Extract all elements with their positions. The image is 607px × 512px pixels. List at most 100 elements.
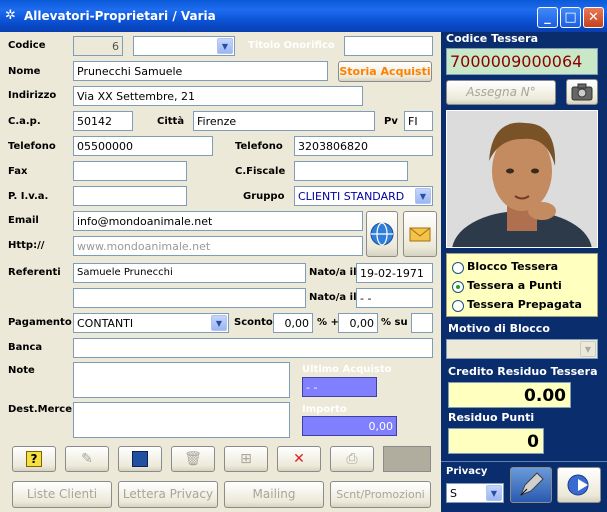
cap-field[interactable]: 50142: [73, 111, 133, 131]
exit-button[interactable]: [557, 467, 601, 503]
codice-field[interactable]: 6: [73, 36, 123, 56]
cancel-button[interactable]: ✕: [277, 446, 321, 472]
label-nome: Nome: [8, 66, 41, 77]
maximize-button[interactable]: □: [560, 7, 581, 28]
gruppo-select[interactable]: CLIENTI STANDARD ▼: [294, 186, 433, 206]
privacy-value: S: [450, 487, 457, 500]
exit-icon: [567, 474, 589, 496]
edit-icon: ✎: [81, 451, 93, 467]
http-field[interactable]: www.mondoanimale.net: [73, 236, 363, 256]
label-ultimo-acquisto: Ultimo Acquisto: [302, 364, 392, 375]
ultimo-acquisto-field: - -: [302, 377, 377, 397]
dest-merce-field[interactable]: [73, 402, 290, 438]
label-piva: P. I.v.a.: [8, 191, 49, 202]
customer-photo: [446, 110, 598, 248]
mailing-button[interactable]: Mailing: [224, 481, 324, 508]
label-pagamento: Pagamento: [8, 317, 72, 328]
sconto-2-field[interactable]: 0,00: [338, 313, 378, 333]
envelope-icon: [409, 227, 431, 242]
codice-combo[interactable]: ▼: [133, 36, 235, 56]
assegna-button[interactable]: Assegna N°: [446, 80, 556, 105]
minimize-button[interactable]: _: [537, 7, 558, 28]
label-pv: Pv: [384, 116, 398, 127]
nome-field[interactable]: Prunecchi Samuele: [73, 61, 328, 81]
motivo-select[interactable]: ▼: [446, 339, 598, 359]
fax-field[interactable]: [73, 161, 187, 181]
label-percent-plus: % +: [317, 317, 339, 328]
new-doc-icon: ⊞: [240, 451, 252, 467]
scnt-promozioni-button[interactable]: Scnt/Promozioni: [330, 481, 431, 508]
pagamento-value: CONTANTI: [77, 317, 134, 330]
note-field[interactable]: [73, 362, 290, 398]
sconto-1-field[interactable]: 0,00: [273, 313, 313, 333]
codice-tessera-label: Codice Tessera: [446, 32, 538, 45]
label-cfiscale: C.Fiscale: [235, 166, 286, 177]
label-banca: Banca: [8, 342, 43, 353]
credito-label: Credito Residuo Tessera: [448, 365, 598, 378]
label-cap: C.a.p.: [8, 116, 41, 127]
radio-blocco-label: Blocco Tessera: [467, 260, 559, 273]
chevron-down-icon: ▼: [217, 38, 233, 54]
referente-2-field[interactable]: [73, 288, 306, 308]
x-icon: ✕: [293, 451, 305, 467]
radio-prepagata-label: Tessera Prepagata: [467, 298, 582, 311]
label-email: Email: [8, 215, 39, 226]
privacy-select[interactable]: S ▼: [446, 483, 504, 503]
email-send-button[interactable]: [403, 211, 437, 257]
radio-tessera-prepagata[interactable]: [452, 300, 464, 312]
codice-tessera-field: 7000009000064: [446, 48, 598, 75]
chevron-down-icon: ▼: [415, 188, 431, 204]
email-field[interactable]: info@mondoanimale.net: [73, 211, 363, 231]
privacy-sign-button[interactable]: [510, 467, 552, 503]
label-nato-2: Nato/a il: [309, 292, 357, 303]
indirizzo-field[interactable]: Via XX Settembre, 21: [73, 86, 363, 106]
print-button[interactable]: ⎙: [330, 446, 374, 472]
delete-record-button[interactable]: 🗑: [171, 446, 215, 472]
nato-2-field[interactable]: - -: [356, 288, 433, 308]
help-icon: ?: [26, 451, 42, 467]
label-telefono: Telefono: [8, 141, 56, 152]
banca-field[interactable]: [73, 338, 433, 358]
label-percent-su: % su: [381, 317, 408, 328]
chevron-down-icon: ▼: [486, 485, 502, 501]
storia-acquisti-button[interactable]: Storia Acquisti: [338, 61, 432, 82]
residuo-field: 0: [448, 428, 544, 454]
pagamento-select[interactable]: CONTANTI ▼: [73, 313, 229, 333]
importo-field: 0,00: [302, 416, 397, 436]
label-gruppo: Gruppo: [243, 191, 285, 202]
referente-field[interactable]: Samuele Prunecchi: [73, 263, 306, 283]
browser-button[interactable]: [366, 211, 398, 257]
window-title: Allevatori-Proprietari / Varia: [24, 9, 216, 23]
label-titolo: Titolo Onorifico: [248, 40, 335, 51]
trash-icon: 🗑: [184, 451, 202, 467]
camera-button[interactable]: [566, 79, 598, 105]
telefono-field[interactable]: 05500000: [73, 136, 213, 156]
label-http: Http://: [8, 240, 45, 251]
lettera-privacy-button[interactable]: Lettera Privacy: [118, 481, 218, 508]
cfiscale-field[interactable]: [294, 161, 408, 181]
telefono-2-field[interactable]: 3203806820: [294, 136, 433, 156]
label-fax: Fax: [8, 166, 28, 177]
radio-tessera-punti[interactable]: [452, 281, 464, 293]
chevron-down-icon: ▼: [580, 341, 596, 357]
chevron-down-icon: ▼: [211, 315, 227, 331]
radio-punti-label: Tessera a Punti: [467, 279, 562, 292]
titolo-field[interactable]: [344, 36, 433, 56]
new-record-button[interactable]: ⊞: [224, 446, 268, 472]
label-citta: Città: [157, 116, 185, 127]
pv-field[interactable]: FI: [404, 111, 433, 131]
citta-field[interactable]: Firenze: [193, 111, 375, 131]
radio-blocco-tessera[interactable]: [452, 262, 464, 274]
divider: [441, 461, 607, 462]
piva-field[interactable]: [73, 186, 187, 206]
sconto-su-field[interactable]: [411, 313, 433, 333]
label-note: Note: [8, 365, 35, 376]
printer-icon: ⎙: [346, 451, 358, 467]
close-button[interactable]: ✕: [583, 7, 604, 28]
save-button[interactable]: [118, 446, 162, 472]
help-button[interactable]: ?: [12, 446, 56, 472]
nato-1-field[interactable]: 19-02-1971: [356, 263, 433, 283]
edit-button[interactable]: ✎: [65, 446, 109, 472]
liste-clienti-button[interactable]: Liste Clienti: [12, 481, 112, 508]
gruppo-value: CLIENTI STANDARD: [298, 190, 405, 203]
